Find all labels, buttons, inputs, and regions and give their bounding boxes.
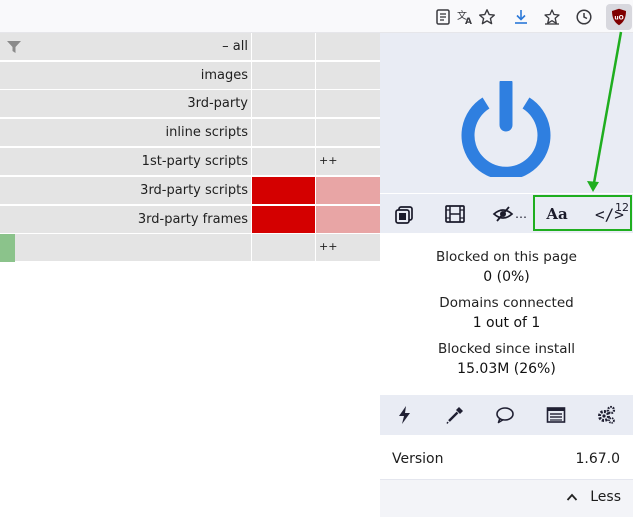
cosmetic-filtering-button[interactable]: … xyxy=(492,194,532,234)
power-switch-icon[interactable] xyxy=(458,81,554,177)
block-popups-button[interactable] xyxy=(392,194,418,234)
logger-list-icon[interactable] xyxy=(544,404,568,426)
blocked-install-label: Blocked since install xyxy=(438,341,575,357)
blocked-install-value: 15.03M (26%) xyxy=(457,361,556,377)
firewall-row-all: – all xyxy=(0,33,380,61)
block-media-button[interactable] xyxy=(442,194,468,234)
dynamic-filtering-pane: – all images 3rd-party inline scripts 1s… xyxy=(0,33,380,262)
blocking-stats: Blocked on this page 0 (0%) Domains conn… xyxy=(380,247,633,385)
film-icon xyxy=(445,205,465,223)
global-rule-cell-blocked[interactable] xyxy=(252,177,315,205)
firewall-row-label: 1st-party scripts xyxy=(0,148,251,176)
ublock-popup-panel: … Aa </> 12 Blocked on this page 0 (0%) … xyxy=(380,33,633,517)
global-rule-cell[interactable] xyxy=(252,62,315,90)
firewall-row-label: – all xyxy=(0,33,251,61)
firewall-row-3rd-party-scripts: 3rd-party scripts xyxy=(0,177,380,205)
extensions-icon[interactable] xyxy=(542,7,562,27)
svg-text:uO: uO xyxy=(614,15,623,22)
version-info: Version 1.67.0 xyxy=(380,445,633,473)
blocked-page-label: Blocked on this page xyxy=(436,249,577,265)
lightning-icon[interactable] xyxy=(393,404,417,426)
footer-bar: Less xyxy=(380,479,633,517)
blocked-page-value: 0 (0%) xyxy=(483,269,530,285)
less-button[interactable]: Less xyxy=(566,489,621,505)
translate-icon[interactable]: 文A xyxy=(455,7,475,27)
eye-slash-icon xyxy=(492,206,514,222)
speech-bubble-icon[interactable] xyxy=(493,404,517,426)
firewall-row-label xyxy=(0,234,251,262)
global-rule-cell[interactable] xyxy=(252,90,315,118)
allowed-status-badge xyxy=(0,234,15,262)
block-popups-icon xyxy=(395,206,413,224)
firewall-row-label: 3rd-party frames xyxy=(0,206,251,234)
firewall-row-images: images xyxy=(0,62,380,90)
reader-view-icon[interactable] xyxy=(433,7,453,27)
local-rule-cell[interactable] xyxy=(316,90,380,118)
tool-actions xyxy=(380,395,633,435)
less-label: Less xyxy=(590,489,621,505)
version-label: Version xyxy=(392,451,444,467)
local-rule-cell[interactable]: ++ xyxy=(316,234,380,262)
domains-connected-label: Domains connected xyxy=(439,295,574,311)
annotation-highlight-box xyxy=(533,195,632,231)
eyedropper-icon[interactable] xyxy=(443,404,467,426)
filter-icon xyxy=(7,41,21,53)
history-clock-icon[interactable] xyxy=(574,7,594,27)
local-rule-cell[interactable] xyxy=(316,62,380,90)
firewall-row-label: 3rd-party scripts xyxy=(0,177,251,205)
svg-text:A: A xyxy=(465,17,472,26)
local-rule-cell[interactable] xyxy=(316,119,380,147)
global-rule-cell[interactable] xyxy=(252,119,315,147)
firewall-row-3rd-party-frames: 3rd-party frames xyxy=(0,206,380,234)
global-rule-cell[interactable] xyxy=(252,148,315,176)
global-rule-cell[interactable] xyxy=(252,234,315,262)
global-rule-cell-blocked[interactable] xyxy=(252,206,315,234)
local-rule-cell[interactable] xyxy=(316,206,380,234)
settings-gears-icon[interactable] xyxy=(594,404,618,426)
firewall-row-inline-scripts: inline scripts xyxy=(0,119,380,147)
cosmetic-ellipsis: … xyxy=(515,207,527,221)
firewall-row-label: 3rd-party xyxy=(0,90,251,118)
browser-toolbar: 文A uO xyxy=(0,0,633,33)
ublock-origin-icon[interactable]: uO xyxy=(606,4,632,30)
firewall-row-3rd-party: 3rd-party xyxy=(0,90,380,118)
global-rule-cell[interactable] xyxy=(252,33,315,61)
firewall-row-label: images xyxy=(0,62,251,90)
download-icon[interactable] xyxy=(511,7,531,27)
firewall-row-1st-party-scripts: 1st-party scripts ++ xyxy=(0,148,380,176)
firewall-row-hostname: ++ xyxy=(0,234,380,262)
local-rule-cell[interactable] xyxy=(316,177,380,205)
local-rule-cell[interactable] xyxy=(316,33,380,61)
local-rule-cell[interactable]: ++ xyxy=(316,148,380,176)
version-value: 1.67.0 xyxy=(575,451,620,467)
domains-connected-value: 1 out of 1 xyxy=(472,315,541,331)
chevron-up-icon xyxy=(567,493,578,501)
bookmark-star-icon[interactable] xyxy=(477,7,497,27)
firewall-row-label: inline scripts xyxy=(0,119,251,147)
power-area xyxy=(380,33,633,193)
